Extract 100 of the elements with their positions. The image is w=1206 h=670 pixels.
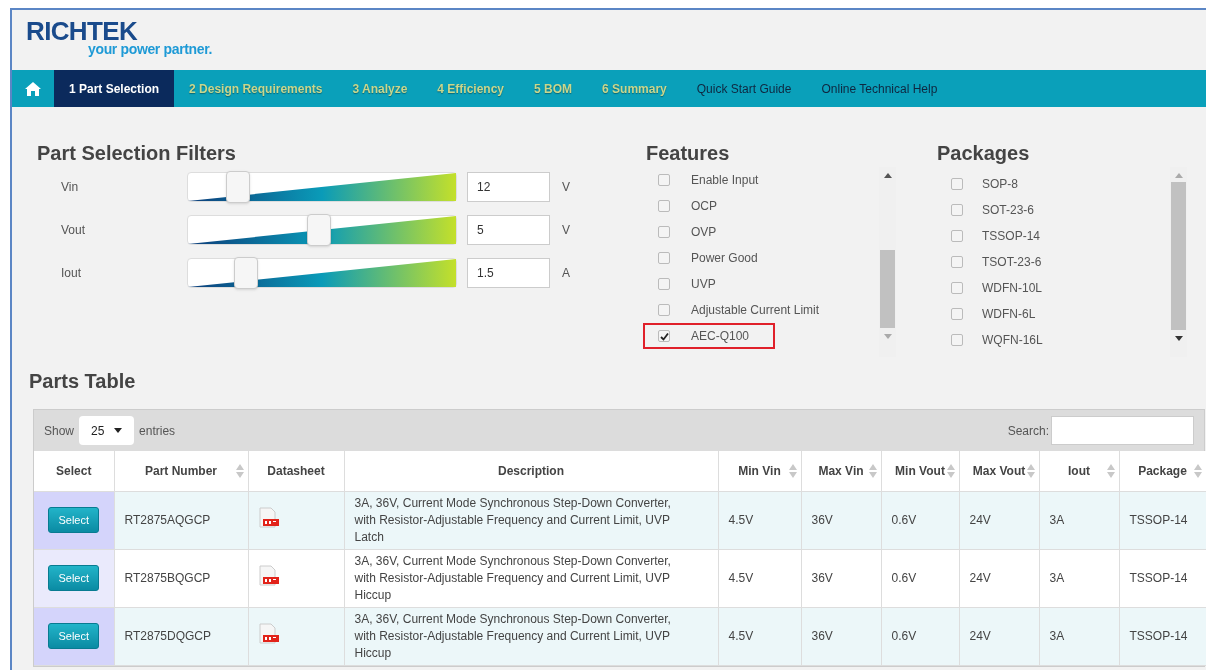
slider-label: Vin [60,179,80,196]
table-cell: 3A [1039,491,1119,549]
checkbox[interactable] [951,308,963,320]
unit-label: V [562,179,570,196]
slider-label: Vout [60,222,87,239]
sort-icon[interactable] [1026,464,1035,478]
checkbox[interactable] [658,304,670,316]
nav-tab[interactable]: Online Technical Help [806,70,953,107]
column-header[interactable]: Part Number [114,451,248,491]
table-cell: TSSOP-14 [1119,491,1206,549]
column-header[interactable]: Min Vout [881,451,959,491]
table-cell: 3A [1039,607,1119,665]
checkbox-label: Power Good [691,250,758,267]
sort-icon[interactable] [1106,464,1115,478]
slider-label: Iout [60,265,82,282]
value-field[interactable]: 12 [467,172,550,202]
nav-tab[interactable]: 1 Part Selection [54,70,175,107]
checkbox[interactable] [951,204,963,216]
checkbox-label: WDFN-6L [982,306,1036,323]
table-cell: 4.5V [718,607,801,665]
column-header[interactable]: Iout [1039,451,1119,491]
table-cell: 0.6V [881,607,959,665]
table-cell: 24V [959,607,1039,665]
checkbox[interactable] [658,278,670,290]
column-header[interactable]: Max Vin [801,451,881,491]
section-heading: Parts Table [29,369,137,393]
pdf-icon[interactable] [258,507,279,528]
column-header: Select [34,451,114,491]
checkbox[interactable] [951,282,963,294]
checkbox[interactable] [951,256,963,268]
table-cell: TSSOP-14 [1119,607,1206,665]
checkbox-label: SOT-23-6 [982,202,1035,219]
search-label: Search: [1007,422,1049,440]
slider-thumb[interactable] [233,257,258,289]
table-cell: RT2875AQGCP [114,491,248,549]
sort-icon[interactable] [946,464,955,478]
column-header[interactable]: Max Vout [959,451,1039,491]
checkbox[interactable] [951,178,963,190]
logo-wordmark: RICHTEK [26,18,139,44]
checkbox[interactable] [658,200,670,212]
section-heading: Packages [937,141,1031,165]
checkbox-label: TSOT-23-6 [982,254,1042,271]
show-label: Show [44,422,75,440]
checkbox[interactable] [658,226,670,238]
checkbox[interactable] [951,230,963,242]
checkbox[interactable] [658,330,670,342]
sort-icon[interactable] [1193,464,1202,478]
range-slider[interactable] [187,215,457,245]
checkbox-label: AEC-Q100 [691,328,750,345]
value-field[interactable]: 1.5 [467,258,550,288]
checkbox-label: Adjustable Current Limit [691,302,820,319]
unit-label: A [562,265,570,282]
value-field[interactable]: 5 [467,215,550,245]
section-heading: Part Selection Filters [37,141,237,165]
range-slider[interactable] [187,172,457,202]
checkbox-label: TSSOP-14 [982,228,1041,245]
pdf-icon[interactable] [258,623,279,644]
checkbox-label: OVP [691,224,717,241]
scroll-up-icon[interactable] [883,173,892,178]
table-cell: 3A, 36V, Current Mode Synchronous Step-Down Converter, with Resistor-Adjustable Frequency and Current Limit, UVP Hiccup [344,549,718,607]
checkbox[interactable] [658,174,670,186]
table-cell: 3A [1039,549,1119,607]
checkbox[interactable] [658,252,670,264]
search-field[interactable] [1051,416,1194,445]
table-cell: 24V [959,549,1039,607]
checkbox[interactable] [951,334,963,346]
table-cell: TSSOP-14 [1119,549,1206,607]
table-cell: RT2875BQGCP [114,549,248,607]
logo-tagline: your power partner. [88,42,213,56]
page-size-select[interactable]: 25 [79,416,135,445]
table-cell: RT2875DQGCP [114,607,248,665]
unit-label: V [562,222,570,239]
checkbox-label: UVP [691,276,716,293]
section-heading: Features [646,141,731,165]
table-cell: 24V [959,491,1039,549]
column-header[interactable]: Min Vin [718,451,801,491]
table-cell: 4.5V [718,491,801,549]
range-slider[interactable] [187,258,457,288]
table-cell: 0.6V [881,491,959,549]
nav-tab[interactable]: Quick Start Guide [681,70,807,107]
sort-icon[interactable] [788,464,797,478]
column-header: Datasheet [248,451,344,491]
table-cell: 36V [801,607,881,665]
column-header: Description [344,451,718,491]
pdf-icon[interactable] [258,565,279,586]
table-cell: 3A, 36V, Current Mode Synchronous Step-Down Converter, with Resistor-Adjustable Frequency and Current Limit, UVP Latch [344,491,718,549]
slider-thumb[interactable] [225,171,250,203]
sort-icon[interactable] [235,464,244,478]
caret-icon[interactable] [114,428,123,433]
checkbox-label: OCP [691,198,717,215]
table-cell: 36V [801,549,881,607]
checkbox-label: SOP-8 [982,176,1018,193]
column-header[interactable]: Package [1119,451,1206,491]
sort-icon[interactable] [868,464,877,478]
entries-label: entries [139,422,176,440]
checkbox-label: WQFN-16L [982,332,1043,349]
slider-thumb[interactable] [306,214,331,246]
scroll-down-icon[interactable] [1174,336,1183,341]
table-cell: 0.6V [881,549,959,607]
table-cell: 4.5V [718,549,801,607]
